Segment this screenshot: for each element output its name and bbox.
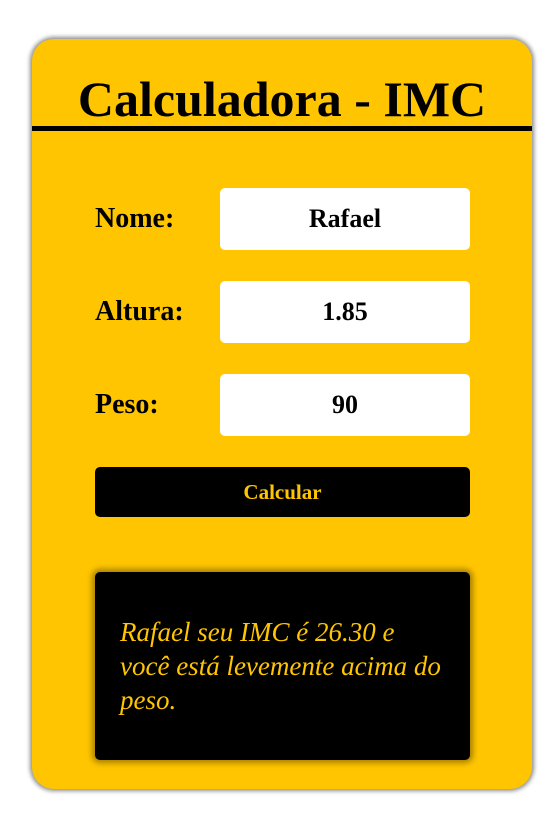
weight-row: Peso: bbox=[95, 374, 470, 436]
imc-calculator-card: Calculadora - IMC Nome: Altura: Peso: Ca… bbox=[32, 39, 532, 789]
result-text: Rafael seu IMC é 26.30 e você está levem… bbox=[120, 617, 441, 715]
result-box: Rafael seu IMC é 26.30 e você está levem… bbox=[95, 572, 470, 760]
name-row: Nome: bbox=[95, 188, 470, 250]
height-label: Altura: bbox=[95, 296, 184, 327]
height-input[interactable] bbox=[220, 281, 470, 343]
name-input[interactable] bbox=[220, 188, 470, 250]
weight-input[interactable] bbox=[220, 374, 470, 436]
title-divider bbox=[32, 126, 532, 131]
weight-label: Peso: bbox=[95, 389, 159, 420]
page-title: Calculadora - IMC bbox=[77, 71, 487, 127]
name-label: Nome: bbox=[95, 203, 175, 234]
height-row: Altura: bbox=[95, 281, 470, 343]
calculate-button[interactable]: Calcular bbox=[95, 467, 470, 517]
